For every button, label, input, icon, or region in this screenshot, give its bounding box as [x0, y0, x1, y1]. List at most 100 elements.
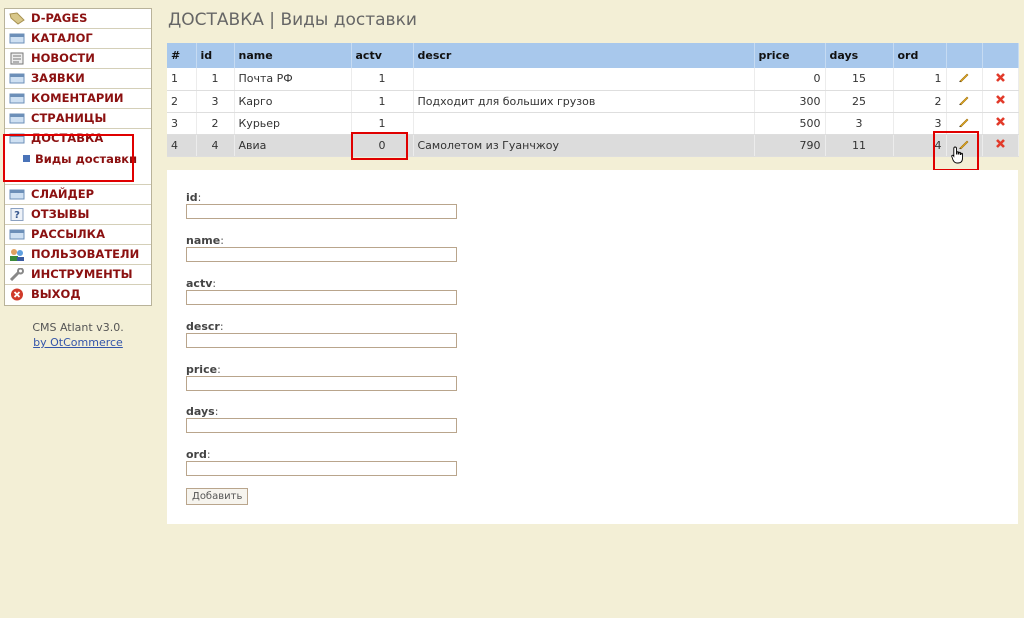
- bullet-icon: [23, 155, 30, 162]
- menu-item-label: ПОЛЬЗОВАТЕЛИ: [31, 247, 140, 261]
- submenu-label: Виды доставки: [35, 152, 138, 166]
- cell-name: Почта РФ: [234, 68, 352, 91]
- cell-name: Карго: [234, 90, 352, 113]
- cell-id: 3: [196, 90, 235, 113]
- column-header-price: price: [754, 43, 826, 68]
- cms-version: CMS Atlant v3.0.: [32, 321, 124, 334]
- cell-num: 2: [167, 90, 197, 113]
- cell-num: 3: [167, 112, 197, 135]
- column-header-delete: [982, 43, 1019, 68]
- label-actv: actv:: [186, 277, 217, 290]
- menu-item-label: ДОСТАВКА: [31, 131, 104, 145]
- menu-item-news[interactable]: НОВОСТИ: [5, 49, 151, 69]
- menu-item-label: СЛАЙДЕР: [31, 187, 95, 201]
- delivery-types-table: # id name actv descr price days ord 1 1 …: [167, 43, 1019, 157]
- cell-ord: 3: [893, 112, 947, 135]
- menu-item-d-pages[interactable]: D-PAGES: [5, 9, 151, 29]
- cell-descr: Самолетом из Гуанчжоу: [413, 134, 755, 157]
- column-header-name: name: [234, 43, 352, 68]
- label-price: price:: [186, 363, 221, 376]
- mailing-icon: [9, 229, 25, 240]
- menu-item-catalog[interactable]: КАТАЛОГ: [5, 29, 151, 49]
- add-delivery-form: id: name: actv: descr: price: days: ord:…: [167, 170, 1018, 524]
- cell-id: 2: [196, 112, 235, 135]
- menu-item-label: РАССЫЛКА: [31, 227, 105, 241]
- page-title: ДОСТАВКА | Виды доставки: [168, 10, 417, 30]
- label-price-text: price: [186, 363, 218, 376]
- edit-button[interactable]: [946, 90, 983, 113]
- submenu-delivery-types[interactable]: Виды доставки: [21, 149, 137, 169]
- column-header-id: id: [196, 43, 235, 68]
- label-descr-text: descr: [186, 320, 220, 333]
- cell-num: 4: [167, 134, 197, 157]
- cell-ord: 4: [893, 134, 947, 157]
- id-field[interactable]: [186, 204, 457, 219]
- cell-actv: 1: [351, 68, 414, 91]
- cell-days: 15: [825, 68, 894, 91]
- menu-item-mailing[interactable]: РАССЫЛКА: [5, 225, 151, 245]
- edit-button[interactable]: [946, 68, 983, 91]
- delete-button[interactable]: [982, 90, 1019, 113]
- add-button[interactable]: Добавить: [186, 488, 249, 505]
- label-ord: ord:: [186, 448, 211, 461]
- cell-actv: 1: [351, 90, 414, 113]
- menu-item-label: КОМЕНТАРИИ: [31, 91, 124, 105]
- pencil-icon: [959, 96, 969, 105]
- pencil-icon: [959, 73, 969, 83]
- menu-item-label: КАТАЛОГ: [31, 31, 93, 45]
- menu-item-comments[interactable]: КОМЕНТАРИИ: [5, 89, 151, 109]
- menu-item-exit[interactable]: ВЫХОД: [5, 285, 151, 305]
- column-header-edit: [946, 43, 983, 68]
- column-header-descr: descr: [413, 43, 755, 68]
- menu-item-slider[interactable]: СЛАЙДЕР: [5, 185, 151, 205]
- edit-button[interactable]: [946, 112, 983, 135]
- delete-button[interactable]: [982, 68, 1019, 91]
- label-name: name:: [186, 234, 224, 247]
- menu-item-reviews[interactable]: ? ОТЗЫВЫ: [5, 205, 151, 225]
- menu-item-delivery[interactable]: ДОСТАВКА Виды доставки: [5, 129, 151, 185]
- delivery-icon: [9, 133, 25, 144]
- days-field[interactable]: [186, 418, 457, 433]
- delete-button[interactable]: [982, 112, 1019, 135]
- cell-price: 0: [754, 68, 826, 91]
- credit-link[interactable]: by OtCommerce: [33, 336, 123, 349]
- menu-item-label: D-PAGES: [31, 11, 88, 25]
- label-actv-text: actv: [186, 277, 213, 290]
- label-ord-text: ord: [186, 448, 207, 461]
- menu-item-label: ИНСТРУМЕНТЫ: [31, 267, 133, 281]
- descr-field[interactable]: [186, 333, 457, 348]
- table-row: 1 1 Почта РФ 1 0 15 1: [167, 68, 1019, 91]
- menu-item-orders[interactable]: ЗАЯВКИ: [5, 69, 151, 89]
- cell-name: Курьер: [234, 112, 352, 135]
- label-name-text: name: [186, 234, 221, 247]
- delete-button[interactable]: [982, 134, 1019, 157]
- cell-ord: 2: [893, 90, 947, 113]
- menu-item-label: ВЫХОД: [31, 287, 81, 301]
- name-field[interactable]: [186, 247, 457, 262]
- pages-icon: [9, 113, 25, 124]
- menu-item-label: ЗАЯВКИ: [31, 71, 85, 85]
- table-row: 3 2 Курьер 1 500 3 3: [167, 112, 1019, 135]
- table-row-selected: 4 4 Авиа 0 Самолетом из Гуанчжоу 790 11 …: [167, 134, 1019, 157]
- column-header-days: days: [825, 43, 894, 68]
- price-field[interactable]: [186, 376, 457, 391]
- ord-field[interactable]: [186, 461, 457, 476]
- cell-price: 300: [754, 90, 826, 113]
- cell-price: 500: [754, 112, 826, 135]
- table-row: 2 3 Карго 1 Подходит для больших грузов …: [167, 90, 1019, 113]
- svg-text:?: ?: [14, 210, 20, 221]
- menu-item-users[interactable]: ПОЛЬЗОВАТЕЛИ: [5, 245, 151, 265]
- delete-x-icon: [995, 72, 1005, 82]
- menu-item-pages[interactable]: СТРАНИЦЫ: [5, 109, 151, 129]
- menu-item-tools[interactable]: ИНСТРУМЕНТЫ: [5, 265, 151, 285]
- cell-id: 1: [196, 68, 235, 91]
- column-header-actv: actv: [351, 43, 414, 68]
- actv-field[interactable]: [186, 290, 457, 305]
- hand-cursor-icon: [951, 146, 963, 164]
- menu-item-label: НОВОСТИ: [31, 51, 95, 65]
- users-icon: [10, 249, 24, 261]
- cell-descr: [413, 68, 755, 91]
- news-icon: [10, 52, 24, 65]
- menu-item-label: СТРАНИЦЫ: [31, 111, 107, 125]
- delete-x-icon: [995, 117, 1005, 126]
